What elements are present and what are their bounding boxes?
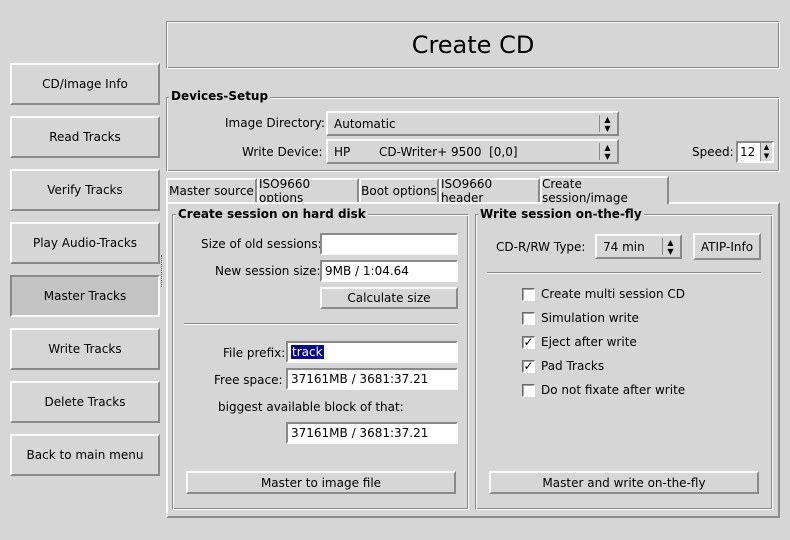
speed-spinbox[interactable]: 12 ▲ ▼ (736, 141, 774, 163)
no-fixate-option[interactable]: Do not fixate after write (522, 383, 685, 397)
speed-value: 12 (740, 145, 756, 159)
atip-info-label: ATIP-Info (700, 239, 754, 254)
page-title: Create CD (166, 21, 780, 69)
old-sessions-label: Size of old sessions: (201, 237, 322, 251)
pad-tracks-option[interactable]: ✓ Pad Tracks (522, 359, 604, 373)
master-to-image-button[interactable]: Master to image file (186, 471, 456, 494)
write-device-label: Write Device: (242, 145, 323, 159)
master-and-write-label: Master and write on-the-fly (542, 475, 706, 490)
sidebar-item-play-audio-tracks[interactable]: Play Audio-Tracks (10, 222, 160, 264)
devices-setup-title: Devices-Setup (169, 89, 271, 103)
free-space-label: Free space: (214, 373, 283, 387)
divider (487, 272, 761, 274)
free-space-value: 37161MB / 3681:37.21 (291, 372, 429, 386)
tab-boot-options[interactable]: Boot options (359, 178, 439, 202)
master-to-image-label: Master to image file (260, 475, 382, 490)
simulation-write-checkbox[interactable] (522, 311, 535, 325)
tab-create-session-image[interactable]: Create session/image (540, 176, 669, 205)
new-session-label: New session size: (215, 264, 321, 278)
new-session-value: 9MB / 1:04.64 (325, 264, 409, 278)
tab-label: Boot options (361, 184, 437, 198)
checkmark-icon: ✓ (523, 334, 534, 349)
file-prefix-input[interactable]: track (286, 341, 458, 363)
write-device-vendor: HP (334, 144, 351, 159)
pad-tracks-checkbox[interactable]: ✓ (522, 358, 535, 373)
image-directory-value: Automatic (334, 116, 396, 131)
sidebar-item-label: Play Audio-Tracks (32, 236, 138, 250)
file-prefix-label: File prefix: (223, 346, 286, 360)
new-session-field[interactable]: 9MB / 1:04.64 (320, 260, 458, 282)
multi-session-label: Create multi session CD (541, 287, 686, 301)
cd-type-value: 74 min (603, 239, 645, 254)
file-prefix-value: track (291, 345, 324, 359)
sidebar-item-label: Write Tracks (48, 342, 122, 356)
sidebar-item-master-tracks[interactable]: Master Tracks (10, 275, 160, 317)
sidebar-item-label: Verify Tracks (47, 183, 123, 197)
image-directory-label: Image Directory: (225, 116, 325, 130)
hd-session-title: Create session on hard disk (176, 207, 368, 221)
eject-after-write-option[interactable]: ✓ Eject after write (522, 335, 637, 349)
tab-master-source[interactable]: Master source (166, 178, 257, 202)
sidebar-item-write-tracks[interactable]: Write Tracks (10, 328, 160, 370)
tab-label: Master source (169, 184, 254, 198)
checkmark-icon: ✓ (523, 358, 534, 373)
pad-tracks-label: Pad Tracks (541, 359, 605, 373)
biggest-block-field: 37161MB / 3681:37.21 (286, 422, 458, 444)
divider (184, 323, 458, 325)
free-space-field: 37161MB / 3681:37.21 (286, 368, 458, 390)
tab-label: ISO9660 options (259, 177, 311, 205)
updown-arrows-icon: ▲ ▼ (599, 115, 615, 133)
splitter-handle[interactable] (161, 255, 164, 287)
sidebar-item-label: Delete Tracks (44, 395, 126, 409)
spin-arrows-icon[interactable]: ▲ ▼ (760, 143, 772, 161)
tab-iso9660-options[interactable]: ISO9660 options (257, 177, 359, 205)
multi-session-checkbox[interactable] (522, 287, 535, 301)
old-sessions-field[interactable] (320, 233, 458, 255)
updown-arrows-icon: ▲ ▼ (599, 143, 615, 161)
speed-label: Speed: (692, 145, 734, 159)
biggest-block-value: 37161MB / 3681:37.21 (291, 426, 429, 440)
fly-session-title: Write session on-the-fly (478, 207, 644, 221)
master-and-write-button[interactable]: Master and write on-the-fly (489, 471, 759, 494)
no-fixate-label: Do not fixate after write (541, 383, 686, 397)
no-fixate-checkbox[interactable] (522, 383, 535, 397)
write-device-model: CD-Writer+ 9500 [0,0] (379, 144, 518, 159)
calculate-size-button[interactable]: Calculate size (320, 287, 458, 309)
sidebar-item-back-to-main-menu[interactable]: Back to main menu (10, 434, 160, 476)
sidebar-item-cd-image-info[interactable]: CD/Image Info (10, 63, 160, 105)
cd-type-label: CD-R/RW Type: (496, 240, 586, 254)
image-directory-select[interactable]: Automatic ▲ ▼ (326, 111, 619, 136)
eject-after-write-label: Eject after write (541, 335, 637, 349)
cd-type-select[interactable]: 74 min ▲ ▼ (595, 234, 682, 259)
write-device-select[interactable]: HP CD-Writer+ 9500 [0,0] ▲ ▼ (326, 139, 619, 164)
atip-info-button[interactable]: ATIP-Info (693, 233, 761, 260)
sidebar-item-delete-tracks[interactable]: Delete Tracks (10, 381, 160, 423)
calculate-size-label: Calculate size (347, 291, 431, 305)
updown-arrows-icon: ▲ ▼ (662, 238, 678, 256)
page-title-text: Create CD (411, 31, 535, 59)
tab-label: Create session/image (542, 177, 628, 205)
eject-after-write-checkbox[interactable]: ✓ (522, 334, 535, 349)
simulation-write-label: Simulation write (541, 311, 639, 325)
biggest-block-label: biggest available block of that: (218, 400, 404, 414)
sidebar-item-verify-tracks[interactable]: Verify Tracks (10, 169, 160, 211)
sidebar-item-label: Master Tracks (43, 289, 127, 303)
multi-session-option[interactable]: Create multi session CD (522, 287, 685, 301)
sidebar-item-label: Back to main menu (26, 448, 144, 462)
simulation-write-option[interactable]: Simulation write (522, 311, 639, 325)
sidebar-item-label: Read Tracks (49, 130, 121, 144)
sidebar-item-label: CD/Image Info (42, 77, 128, 91)
tab-label: ISO9660 header (441, 177, 493, 205)
tab-iso9660-header[interactable]: ISO9660 header (439, 177, 540, 205)
sidebar-item-read-tracks[interactable]: Read Tracks (10, 116, 160, 158)
